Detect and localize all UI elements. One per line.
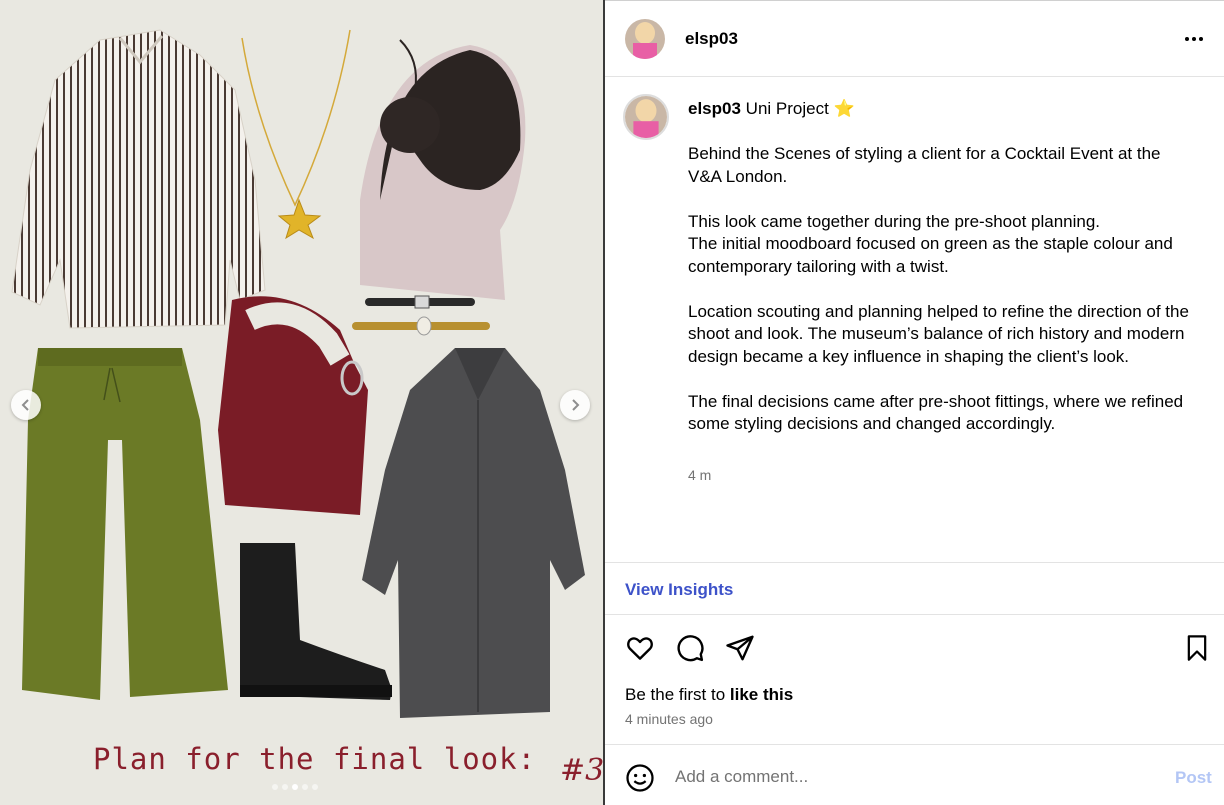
post-timestamp: 4 minutes ago xyxy=(625,711,713,727)
carousel-dot xyxy=(312,784,318,790)
carousel-next-button[interactable] xyxy=(560,390,590,420)
moodboard-caption: Plan for the final look: xyxy=(93,742,537,776)
comment-input[interactable]: Add a comment... xyxy=(675,767,808,787)
likes-prefix: Be the first to xyxy=(625,685,730,704)
post-media-carousel[interactable]: Plan for the final look: #3 xyxy=(0,0,603,805)
caption-timestamp: 4 m xyxy=(688,467,712,483)
comment-bar: Add a comment... Post xyxy=(605,744,1224,805)
more-icon xyxy=(1185,37,1189,41)
star-necklace-image xyxy=(241,29,351,240)
moodboard-number: #3 xyxy=(560,753,603,788)
profile-photo xyxy=(625,96,667,138)
post-comment-button[interactable]: Post xyxy=(1175,768,1212,788)
post-header: elsp03 xyxy=(605,0,1224,77)
carousel-prev-button[interactable] xyxy=(11,390,41,420)
profile-photo xyxy=(625,19,665,59)
carousel-dot xyxy=(282,784,288,790)
burgundy-bag-image xyxy=(218,296,368,515)
save-bookmark-icon[interactable] xyxy=(1183,633,1211,663)
star-emoji-icon: ⭐ xyxy=(833,99,855,118)
caption-header: elsp03 Uni Project ⭐ xyxy=(688,99,855,119)
post-details-panel: elsp03 elsp03 Uni Project ⭐ Behind the S… xyxy=(605,0,1224,805)
striped-shirt-image xyxy=(11,29,266,329)
view-insights-link[interactable]: View Insights xyxy=(625,580,733,600)
avatar[interactable] xyxy=(625,19,665,59)
caption-title: Uni Project xyxy=(745,99,829,118)
share-icon[interactable] xyxy=(725,633,755,663)
caption-body: Behind the Scenes of styling a client fo… xyxy=(688,143,1198,458)
post-author-username[interactable]: elsp03 xyxy=(685,29,738,49)
caption-username[interactable]: elsp03 xyxy=(688,99,741,118)
carousel-dot xyxy=(272,784,278,790)
grey-coat-image xyxy=(362,348,585,718)
insights-bar: View Insights xyxy=(605,562,1224,615)
caption-paragraph: This look came together during the pre-s… xyxy=(688,211,1173,276)
chevron-right-icon xyxy=(572,399,580,411)
like-heart-icon[interactable] xyxy=(625,633,655,663)
watch-bracelets-image xyxy=(352,295,490,336)
caption-paragraph: The final decisions came after pre-shoot… xyxy=(688,391,1184,434)
green-trousers-image xyxy=(22,348,228,700)
hairstyle-image xyxy=(360,39,526,300)
comment-icon[interactable] xyxy=(675,633,705,663)
chevron-left-icon xyxy=(21,399,29,411)
like-this-link[interactable]: like this xyxy=(730,685,793,704)
caption-paragraph: Behind the Scenes of styling a client fo… xyxy=(688,144,1161,186)
caption-paragraph: Location scouting and planning helped to… xyxy=(688,301,1189,366)
carousel-dot-active xyxy=(292,784,298,790)
moodboard-image xyxy=(11,29,585,718)
emoji-icon[interactable] xyxy=(625,763,655,793)
carousel-dot xyxy=(302,784,308,790)
more-options-button[interactable] xyxy=(1181,28,1207,50)
carousel-indicator xyxy=(272,784,318,790)
likes-summary: Be the first to like this xyxy=(625,685,793,705)
caption-avatar[interactable] xyxy=(623,94,669,140)
